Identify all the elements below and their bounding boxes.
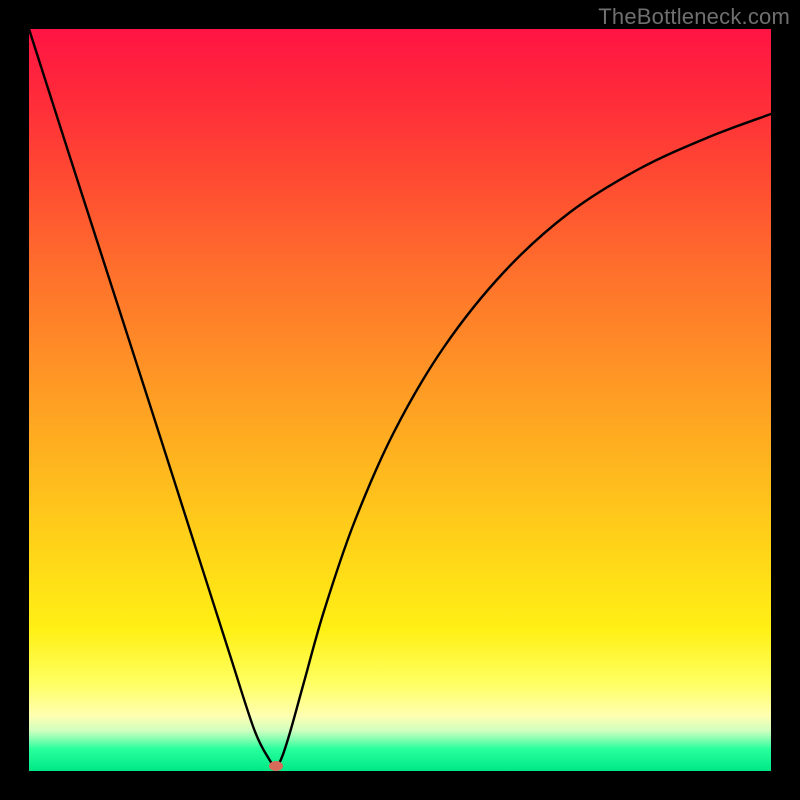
watermark-text: TheBottleneck.com — [598, 4, 790, 30]
bottleneck-curve — [29, 29, 771, 771]
minimum-marker — [269, 761, 283, 771]
chart-frame: TheBottleneck.com — [0, 0, 800, 800]
curve-path — [29, 29, 771, 766]
plot-area — [29, 29, 771, 771]
